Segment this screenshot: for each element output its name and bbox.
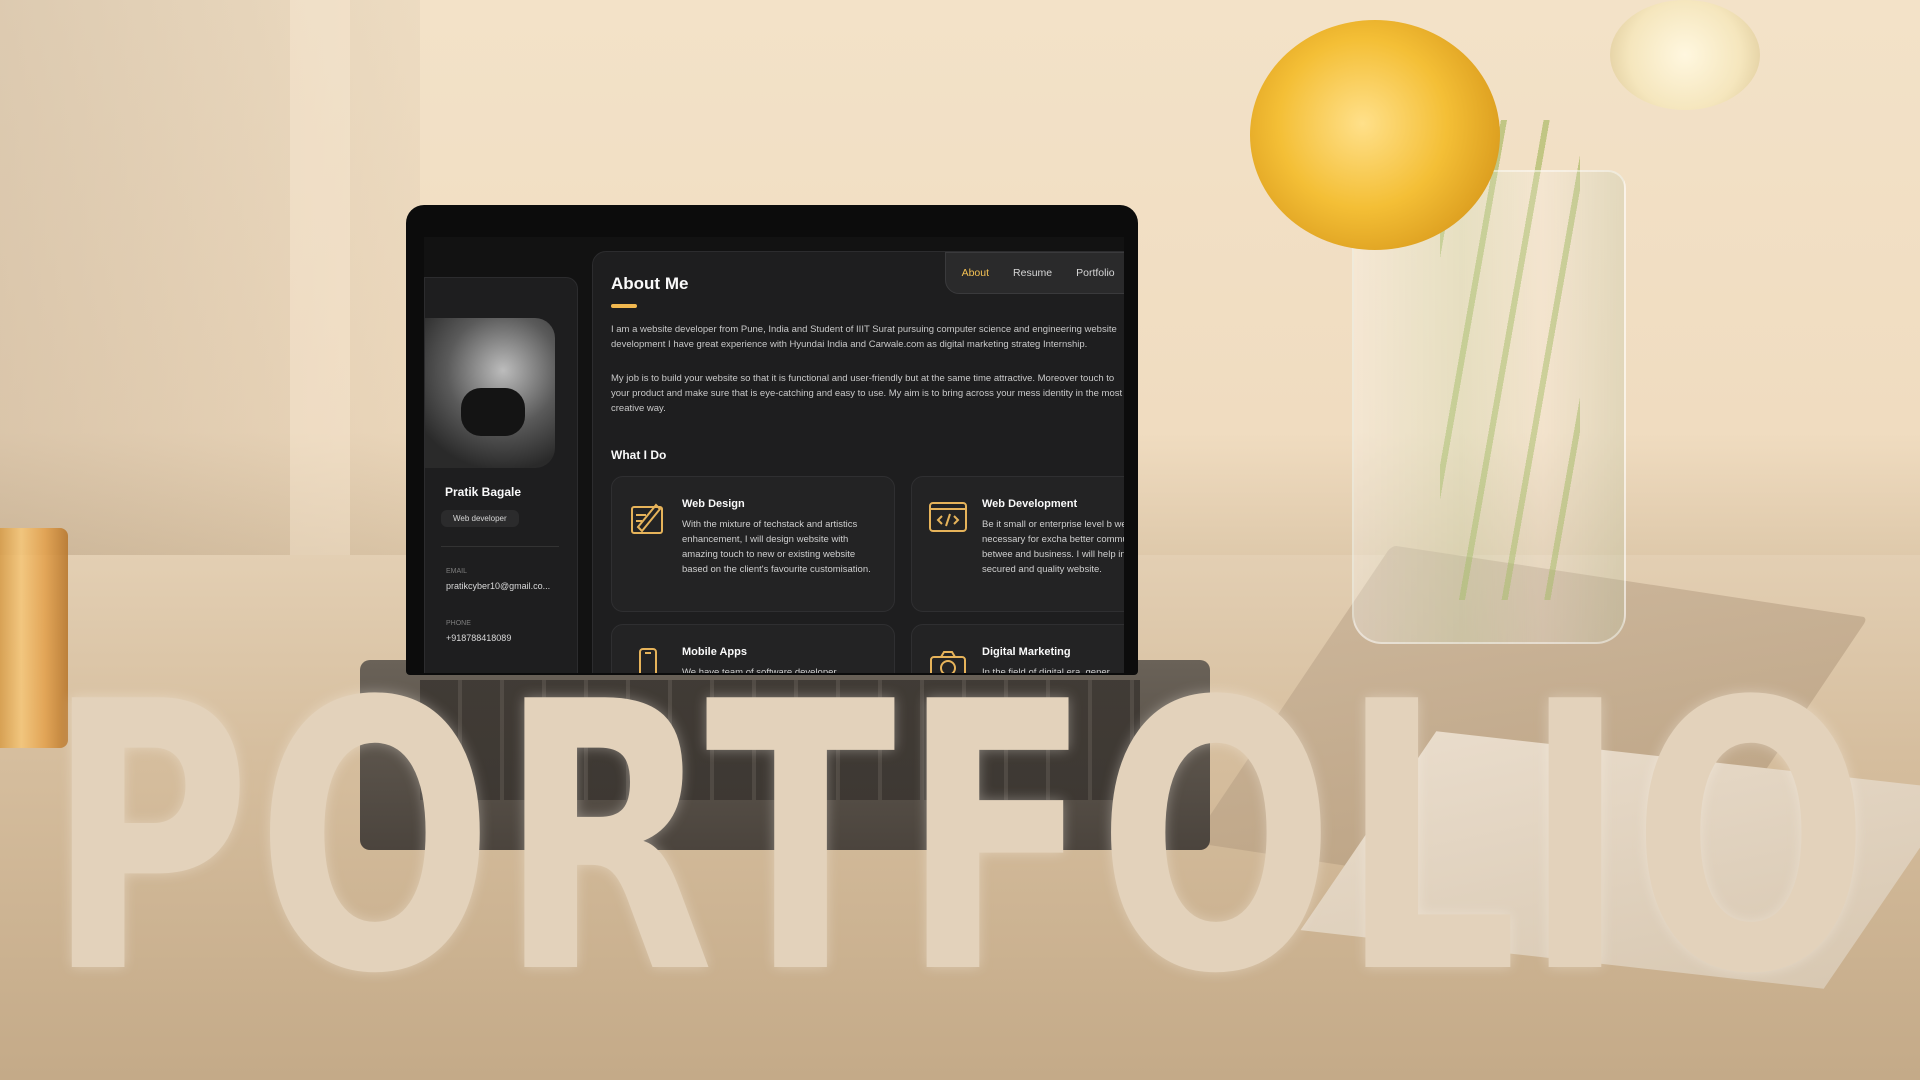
about-paragraph-1: I am a website developer from Pune, Indi… bbox=[611, 324, 1117, 350]
navbar: About Resume Portfolio Bl bbox=[944, 252, 1124, 294]
about-paragraph-2: My job is to build your website so that … bbox=[611, 373, 1123, 414]
avatar bbox=[425, 318, 555, 468]
nav-portfolio[interactable]: Portfolio bbox=[1076, 267, 1115, 279]
nav-about[interactable]: About bbox=[962, 267, 989, 279]
email-label: EMAIL bbox=[446, 568, 468, 575]
section-title: What I Do bbox=[611, 448, 667, 462]
code-window-icon bbox=[929, 502, 967, 532]
card-title: Web Development bbox=[982, 498, 1078, 510]
about-panel: About Resume Portfolio Bl About Me I am … bbox=[592, 251, 1124, 673]
sidebar-divider bbox=[441, 546, 559, 547]
profile-sidebar: Pratik Bagale Web developer EMAIL pratik… bbox=[424, 277, 578, 673]
profile-name: Pratik Bagale bbox=[445, 485, 522, 499]
laptop-screen-frame: Pratik Bagale Web developer EMAIL pratik… bbox=[406, 205, 1138, 675]
title-underline bbox=[611, 304, 637, 308]
service-card-web-design: Web Design With the mixture of techstack… bbox=[611, 476, 895, 612]
card-title: Web Design bbox=[682, 498, 745, 510]
card-text: Be it small or enterprise level b websit… bbox=[982, 519, 1124, 575]
service-card-web-development: Web Development Be it small or enterpris… bbox=[911, 476, 1124, 612]
nav-resume[interactable]: Resume bbox=[1013, 267, 1052, 279]
design-tools-icon bbox=[631, 503, 663, 534]
wall-light-beam bbox=[290, 0, 350, 560]
overlay-title-text: PORTFOLIO bbox=[45, 625, 1875, 1055]
face-mask bbox=[461, 388, 525, 436]
portfolio-overlay-title: PORTFOLIO bbox=[0, 655, 1920, 1065]
role-badge: Web developer bbox=[441, 510, 519, 527]
email-value[interactable]: pratikcyber10@gmail.co... bbox=[446, 581, 550, 591]
yellow-flower bbox=[1250, 20, 1500, 250]
page-title: About Me bbox=[611, 274, 689, 293]
card-text: With the mixture of techstack and artist… bbox=[682, 519, 871, 575]
white-flower bbox=[1610, 0, 1760, 110]
portfolio-website: Pratik Bagale Web developer EMAIL pratik… bbox=[424, 237, 1124, 673]
wall-shadow bbox=[0, 0, 420, 560]
